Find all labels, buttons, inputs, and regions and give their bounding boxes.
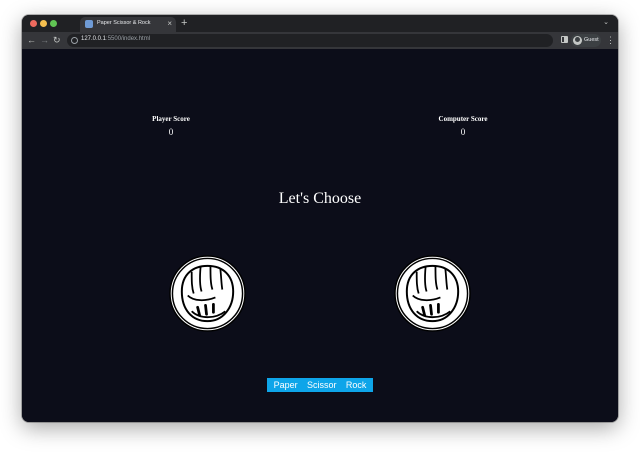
profile-button[interactable]: Guest — [571, 34, 601, 47]
tab-search-icon[interactable]: ⌄ — [603, 18, 609, 26]
avatar-icon — [573, 36, 582, 45]
address-bar[interactable]: 127.0.0.1:5500/index.html — [67, 34, 553, 47]
browser-toolbar: ← → ↻ 127.0.0.1:5500/index.html Guest ⋮ — [22, 32, 618, 49]
tab-bar: Paper Scissor & Rock × + ⌄ — [22, 15, 618, 32]
favicon-icon — [85, 20, 93, 28]
rock-button[interactable]: Rock — [346, 378, 367, 392]
page-viewport: Player Score 0 Computer Score 0 Let's Ch… — [22, 49, 618, 422]
browser-menu-icon[interactable]: ⋮ — [606, 34, 615, 47]
page-heading: Let's Choose — [278, 190, 362, 207]
site-info-icon[interactable] — [71, 37, 78, 44]
computer-score-label: Computer Score — [438, 115, 488, 123]
url-text: 127.0.0.1:5500/index.html — [81, 36, 150, 42]
forward-button[interactable]: → — [40, 34, 49, 47]
computer-fist-icon — [394, 255, 471, 332]
side-panel-icon[interactable] — [561, 36, 568, 43]
back-button[interactable]: ← — [27, 34, 36, 47]
player-fist-icon — [169, 255, 246, 332]
window-minimize-button[interactable] — [40, 20, 47, 27]
window-maximize-button[interactable] — [50, 20, 57, 27]
reload-button[interactable]: ↻ — [53, 34, 61, 47]
choice-button-group: Paper Scissor Rock — [267, 378, 373, 392]
scissor-button[interactable]: Scissor — [307, 378, 337, 392]
browser-tab[interactable]: Paper Scissor & Rock × — [80, 17, 176, 32]
paper-button[interactable]: Paper — [274, 378, 298, 392]
player-score-label: Player Score — [152, 115, 190, 123]
url-host: 127.0.0.1 — [81, 36, 107, 42]
window-close-button[interactable] — [30, 20, 37, 27]
computer-score-value: 0 — [460, 127, 466, 137]
new-tab-button[interactable]: + — [181, 16, 187, 30]
tab-title: Paper Scissor & Rock — [97, 20, 151, 26]
url-path: :5500/index.html — [106, 36, 151, 42]
player-score-value: 0 — [168, 127, 174, 137]
browser-window: Paper Scissor & Rock × + ⌄ ← → ↻ 127.0.0… — [22, 15, 618, 422]
tab-close-icon[interactable]: × — [167, 18, 172, 30]
profile-label: Guest — [584, 37, 599, 43]
